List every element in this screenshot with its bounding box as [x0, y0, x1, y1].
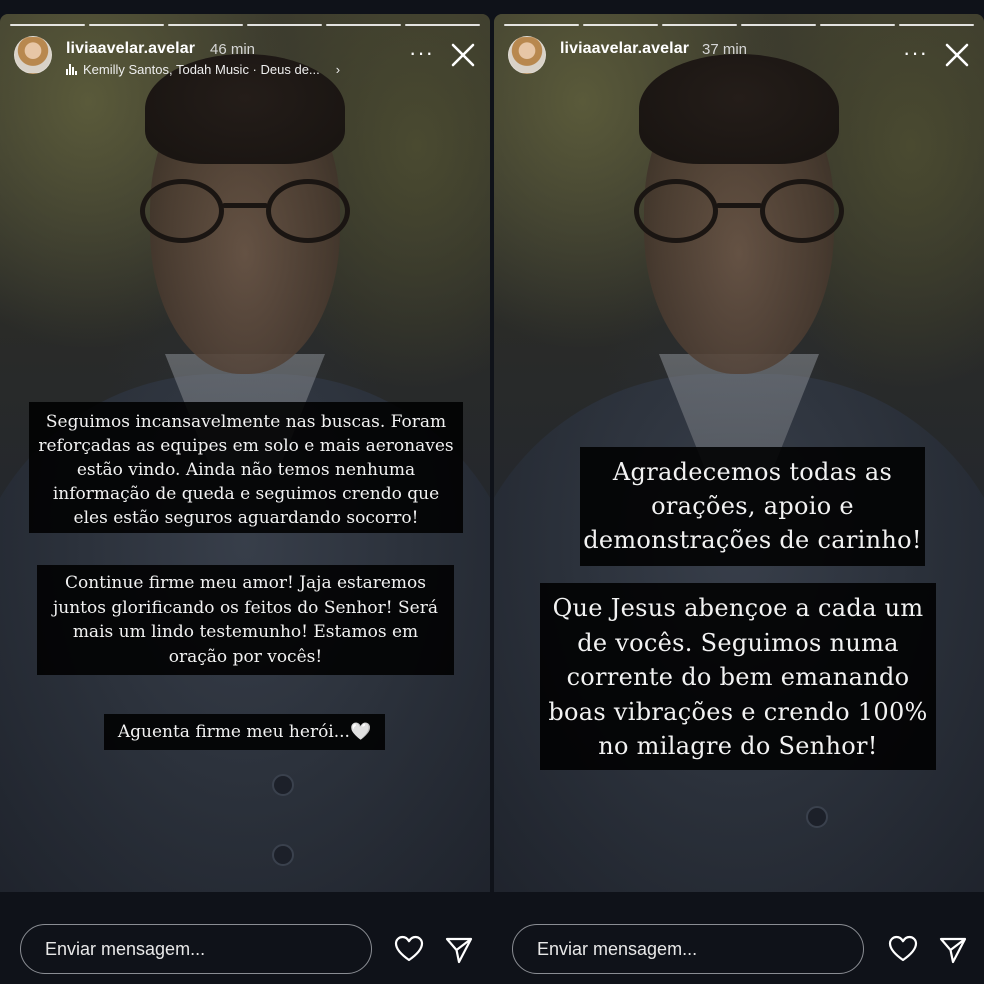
music-label: Kemilly Santos, Todah Music · Deus de...: [83, 62, 320, 77]
send-icon[interactable]: [938, 935, 968, 965]
music-bars-icon: [66, 64, 77, 75]
post-time: 37 min: [702, 41, 748, 58]
message-input[interactable]: [20, 924, 372, 974]
story-header: liviaavelar.avelar 37 min ···: [508, 36, 970, 82]
story-progress-bar: [504, 24, 974, 26]
send-icon[interactable]: [444, 935, 474, 965]
avatar[interactable]: [14, 36, 52, 74]
story-caption: Agradecemos todas as orações, apoio e de…: [580, 447, 925, 566]
story-footer-left: [0, 892, 490, 984]
story-footer-right: [494, 892, 984, 984]
heart-icon[interactable]: [394, 934, 424, 964]
close-icon[interactable]: [944, 42, 970, 68]
message-input[interactable]: [512, 924, 864, 974]
post-time: 46 min: [210, 41, 256, 58]
username[interactable]: liviaavelar.avelar: [560, 40, 689, 58]
avatar[interactable]: [508, 36, 546, 74]
story-caption: Aguenta firme meu herói...🤍: [104, 714, 385, 750]
heart-icon[interactable]: [888, 934, 918, 964]
story-caption: Que Jesus abençoe a cada um de vocês. Se…: [540, 583, 936, 770]
more-options-icon[interactable]: ···: [903, 42, 928, 64]
story-caption: Continue firme meu amor! Jaja estaremos …: [37, 565, 454, 675]
story-progress-bar: [10, 24, 480, 26]
story-panel-left[interactable]: liviaavelar.avelar 46 min Kemilly Santos…: [0, 14, 490, 892]
username[interactable]: liviaavelar.avelar: [66, 40, 195, 58]
story-header: liviaavelar.avelar 46 min Kemilly Santos…: [14, 36, 476, 82]
story-caption: Seguimos incansavelmente nas buscas. For…: [29, 402, 463, 533]
story-panel-right[interactable]: liviaavelar.avelar 37 min ··· Agradecemo…: [494, 14, 984, 892]
chevron-right-icon: ›: [335, 62, 341, 77]
more-options-icon[interactable]: ···: [409, 42, 434, 64]
music-attribution[interactable]: Kemilly Santos, Todah Music · Deus de...…: [66, 62, 340, 77]
close-icon[interactable]: [450, 42, 476, 68]
